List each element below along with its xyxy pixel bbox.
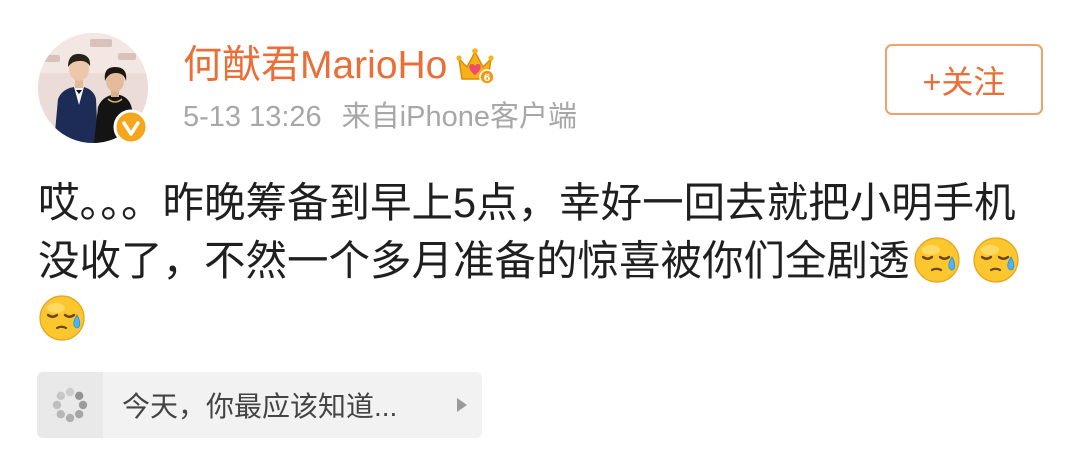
spinner-dots-icon [37, 372, 103, 438]
follow-button[interactable]: +关注 [885, 44, 1043, 115]
post-meta: 5-13 13:26 来自iPhone客户端 [183, 97, 577, 137]
post-time[interactable]: 5-13 13:26 [183, 101, 322, 133]
sweat-emoji-icon [38, 294, 86, 342]
post-text: 哎。。。昨晚筹备到早上5点，幸好一回去就把小明手机没收了，不然一个多月准备的惊喜… [38, 174, 1038, 348]
vip-level-badge: 6 [484, 73, 491, 84]
username[interactable]: 何猷君MarioHo [183, 41, 447, 91]
post-text-content: 哎。。。昨晚筹备到早上5点，幸好一回去就把小明手机没收了，不然一个多月准备的惊喜… [38, 179, 1016, 284]
topic-card-label: 今天，你最应该知道... [122, 391, 398, 422]
sweat-emoji-icon [913, 236, 961, 284]
topic-card[interactable]: 今天，你最应该知道... [37, 372, 482, 438]
sweat-emoji-icon [972, 236, 1020, 284]
verified-v-icon [113, 109, 149, 145]
post-source: 来自iPhone客户端 [341, 101, 577, 133]
vip-crown-icon[interactable]: 6 [455, 46, 496, 86]
play-arrow-icon [457, 398, 467, 412]
user-header: 何猷君MarioHo 6 [183, 41, 496, 91]
